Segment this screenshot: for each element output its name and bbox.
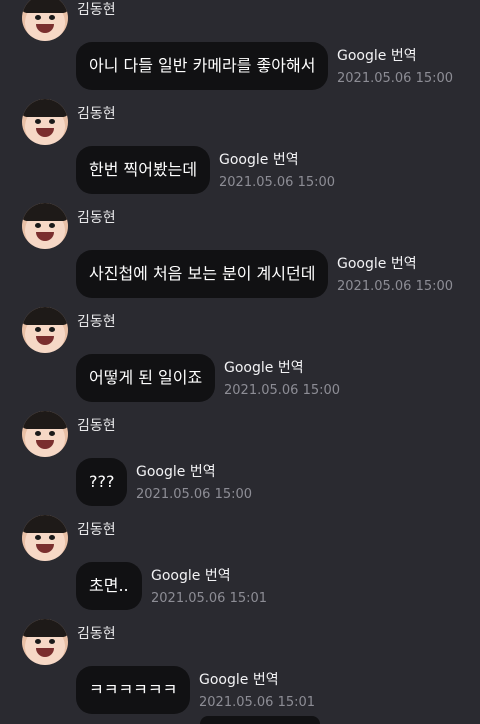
sender-name: 김동현 [77,210,116,226]
message-meta: Google 번역 2021.05.06 15:01 [199,669,315,710]
message-meta: Google 번역 2021.05.06 15:01 [151,565,267,606]
google-translate-link[interactable]: Google 번역 [337,45,453,65]
message-timestamp: 2021.05.06 15:01 [151,591,268,606]
avatar-hair [22,515,68,533]
message-timestamp: 2021.05.06 15:01 [199,695,316,710]
avatar-hair [22,99,68,117]
message-timestamp: 2021.05.06 15:00 [136,487,253,502]
avatar-hair [22,411,68,429]
sender-name: 김동현 [77,2,116,18]
sender-name: 김동현 [77,106,116,122]
avatar-eye [49,431,55,436]
avatar[interactable] [22,99,68,145]
avatar-eye [35,15,41,20]
avatar[interactable] [22,411,68,457]
avatar[interactable] [22,515,68,561]
message-bubble[interactable]: 사진첩에 처음 보는 분이 계시던데 [76,250,329,298]
google-translate-link[interactable]: Google 번역 [219,149,335,169]
chat-message: 김동현사진첩에 처음 보는 분이 계시던데 Google 번역 2021.05.06… [0,203,480,307]
avatar-eye [35,431,41,436]
google-translate-link[interactable]: Google 번역 [224,357,340,377]
message-bubble[interactable]: ??? [76,458,128,506]
sender-name: 김동현 [77,522,116,538]
avatar-mouth [36,24,54,33]
message-bubble[interactable]: 한번 찍어봤는데 [76,146,211,194]
message-meta: Google 번역 2021.05.06 15:00 [224,357,340,398]
message-meta: Google 번역 2021.05.06 15:00 [337,45,453,86]
message-timestamp: 2021.05.06 15:00 [219,175,336,190]
avatar-eye [35,535,41,540]
avatar[interactable] [22,0,68,41]
avatar-eye [49,223,55,228]
avatar-mouth [36,232,54,241]
avatar-mouth [36,544,54,553]
partial-next-bubble [200,716,320,724]
message-bubble[interactable]: 아니 다들 일반 카메라를 좋아해서 [76,42,329,90]
sender-name: 김동현 [77,314,116,330]
avatar-mouth [36,336,54,345]
chat-message: 김동현어떻게 된 일이죠 Google 번역 2021.05.06 15:00 [0,307,480,411]
sender-name: 김동현 [77,626,116,642]
avatar-eye [49,535,55,540]
google-translate-link[interactable]: Google 번역 [337,253,453,273]
avatar-hair [22,619,68,637]
avatar-mouth [36,128,54,137]
avatar-eye [35,639,41,644]
avatar-eye [49,327,55,332]
avatar[interactable] [22,307,68,353]
google-translate-link[interactable]: Google 번역 [151,565,267,585]
avatar[interactable] [22,203,68,249]
message-timestamp: 2021.05.06 15:00 [337,71,454,86]
avatar-eye [49,15,55,20]
avatar-eye [49,119,55,124]
avatar-eye [49,639,55,644]
chat-message: 김동현초면.. Google 번역 2021.05.06 15:01 [0,515,480,619]
chat-message: 김동현 ㅋㅋㅋㅋㅋㅋ Google 번역 2021.05.06 15:01 [0,619,480,723]
chat-message: 김동현??? Google 번역 2021.05.06 15:00 [0,411,480,515]
message-bubble[interactable]: 어떻게 된 일이죠 [76,354,216,402]
avatar[interactable] [22,619,68,665]
google-translate-link[interactable]: Google 번역 [199,669,315,689]
chat-message-list: 김동현 아니 다들 일반 카메라를 좋아해서 Google 번역 2021.05.06… [0,0,480,723]
message-timestamp: 2021.05.06 15:00 [337,279,454,294]
avatar-hair [22,0,68,13]
message-meta: Google 번역 2021.05.06 15:00 [136,461,252,502]
message-bubble[interactable]: 초면.. [76,562,142,610]
sender-name: 김동현 [77,418,116,434]
avatar-eye [35,119,41,124]
message-timestamp: 2021.05.06 15:00 [224,383,341,398]
avatar-eye [35,223,41,228]
avatar-mouth [36,648,54,657]
avatar-hair [22,203,68,221]
message-meta: Google 번역 2021.05.06 15:00 [337,253,453,294]
chat-message: 김동현아니 다들 일반 카메라를 좋아해서 Google 번역 2021.05.06… [0,0,480,99]
chat-message: 김동현한번 찍어봤는데 Google 번역 2021.05.06 15:00 [0,99,480,203]
google-translate-link[interactable]: Google 번역 [136,461,252,481]
avatar-hair [22,307,68,325]
avatar-eye [35,327,41,332]
message-bubble[interactable]: ㅋㅋㅋㅋㅋㅋ [76,666,191,714]
avatar-mouth [36,440,54,449]
message-meta: Google 번역 2021.05.06 15:00 [219,149,335,190]
